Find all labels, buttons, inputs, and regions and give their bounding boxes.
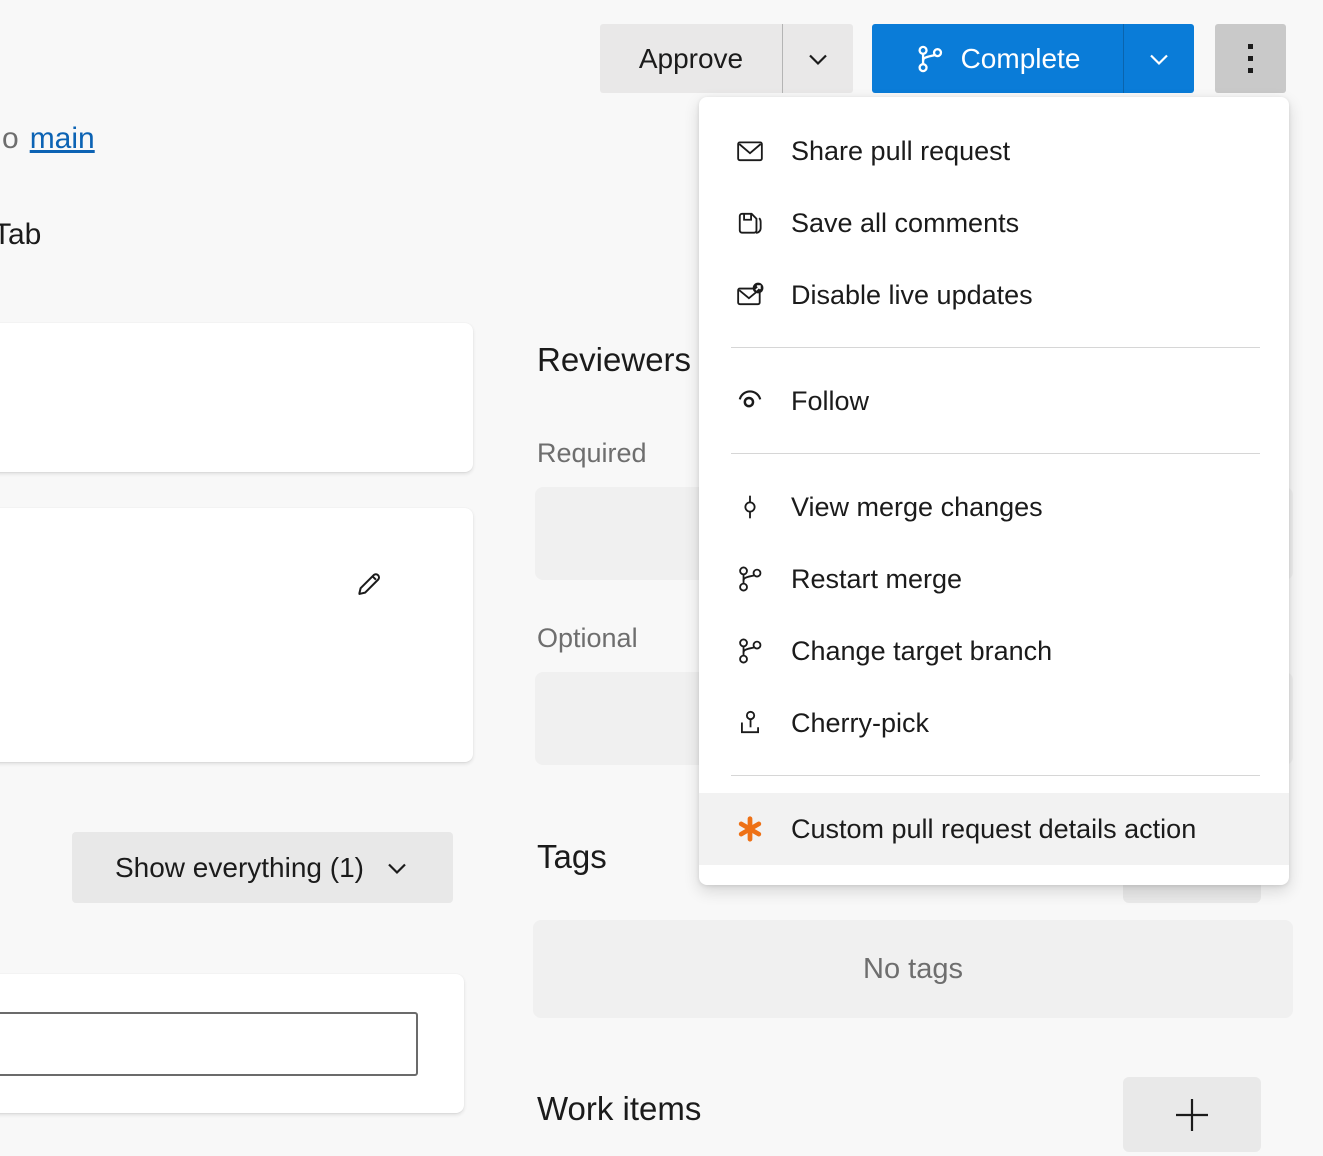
complete-label: Complete	[961, 43, 1081, 75]
work-items-title: Work items	[537, 1090, 701, 1128]
follow-eye-icon	[736, 387, 764, 415]
reviewers-title: Reviewers	[537, 341, 691, 379]
menu-item-restart-merge[interactable]: Restart merge	[699, 543, 1289, 615]
commit-icon	[736, 493, 764, 521]
chevron-down-icon	[805, 46, 831, 72]
edit-description-button[interactable]	[344, 558, 394, 608]
menu-item-cherry-pick[interactable]: Cherry-pick	[699, 687, 1289, 759]
mail-refresh-icon	[736, 281, 764, 309]
cherry-pick-icon	[736, 709, 764, 737]
menu-item-share-pull-request[interactable]: Share pull request	[699, 115, 1289, 187]
menu-item-save-all-comments[interactable]: Save all comments	[699, 187, 1289, 259]
no-tags-box: No tags	[533, 920, 1293, 1018]
complete-options-chevron[interactable]	[1123, 24, 1194, 93]
more-actions-button[interactable]	[1215, 24, 1286, 93]
menu-separator	[731, 775, 1260, 776]
approve-options-chevron[interactable]	[782, 24, 853, 93]
menu-item-label: Change target branch	[791, 636, 1052, 667]
menu-item-disable-live-updates[interactable]: Disable live updates	[699, 259, 1289, 331]
menu-item-follow[interactable]: Follow	[699, 365, 1289, 437]
show-everything-dropdown[interactable]: Show everything (1)	[72, 832, 453, 903]
menu-item-label: Disable live updates	[791, 280, 1033, 311]
menu-separator	[731, 453, 1260, 454]
more-actions-menu: Share pull request Save all comments Dis…	[699, 97, 1289, 885]
pencil-icon	[352, 566, 386, 600]
no-tags-text: No tags	[863, 953, 963, 986]
menu-item-label: Follow	[791, 386, 869, 417]
menu-item-label: Share pull request	[791, 136, 1010, 167]
git-branch-icon	[736, 565, 764, 593]
mail-icon	[736, 137, 764, 165]
menu-item-custom-pull-request-details-action[interactable]: Custom pull request details action	[699, 793, 1289, 865]
menu-separator	[731, 347, 1260, 348]
complete-split-button: Complete	[872, 24, 1194, 93]
breadcrumb: o main	[2, 122, 95, 156]
asterisk-icon	[736, 815, 764, 843]
status-card	[0, 323, 473, 472]
comment-input[interactable]	[0, 1012, 418, 1076]
menu-item-label: Restart merge	[791, 564, 962, 595]
description-card	[0, 508, 473, 762]
menu-item-label: Custom pull request details action	[791, 814, 1196, 845]
approve-label: Approve	[639, 43, 743, 75]
tags-title: Tags	[537, 838, 607, 876]
git-branch-icon	[736, 637, 764, 665]
chevron-down-icon	[1146, 46, 1172, 72]
reviewers-optional-label: Optional	[537, 623, 638, 654]
show-everything-label: Show everything (1)	[115, 852, 364, 884]
branch-link-main[interactable]: main	[30, 122, 95, 156]
reviewers-required-label: Required	[537, 438, 647, 469]
approve-button[interactable]: Approve	[600, 24, 782, 93]
menu-item-label: View merge changes	[791, 492, 1043, 523]
save-all-icon	[736, 209, 764, 237]
breadcrumb-target-fragment: o	[2, 122, 19, 156]
approve-split-button: Approve	[600, 24, 853, 93]
vertical-ellipsis-icon	[1248, 44, 1253, 73]
menu-item-view-merge-changes[interactable]: View merge changes	[699, 471, 1289, 543]
menu-item-label: Save all comments	[791, 208, 1019, 239]
chevron-down-icon	[384, 855, 410, 881]
tab-label-fragment: Tab	[0, 218, 41, 252]
add-work-item-button[interactable]	[1123, 1077, 1261, 1152]
complete-button[interactable]: Complete	[872, 24, 1123, 93]
git-branch-icon	[915, 44, 945, 74]
menu-item-label: Cherry-pick	[791, 708, 929, 739]
menu-item-change-target-branch[interactable]: Change target branch	[699, 615, 1289, 687]
plus-icon	[1172, 1095, 1212, 1135]
